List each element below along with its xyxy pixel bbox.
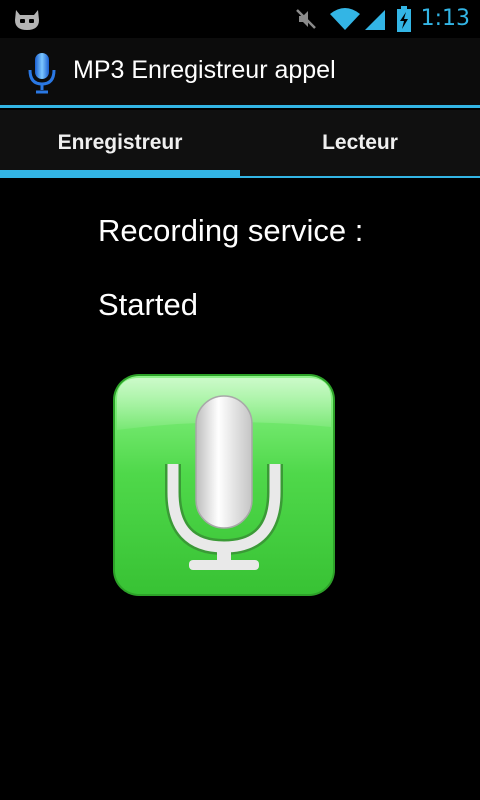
- recording-service-status: Started: [98, 287, 198, 322]
- action-bar: MP3 Enregistreur appel: [0, 38, 480, 108]
- cyanogen-mascot-icon: [15, 10, 39, 30]
- cell-signal-icon: [364, 10, 385, 30]
- mute-icon: [295, 9, 316, 29]
- status-bar: 1:13: [0, 0, 480, 38]
- recording-service-label: Recording service :: [98, 213, 364, 248]
- tab-lecteur[interactable]: Lecteur: [240, 110, 480, 176]
- app-title: MP3 Enregistreur appel: [73, 56, 336, 84]
- tab-enregistreur[interactable]: Enregistreur: [0, 110, 240, 178]
- status-icons: 1:13: [293, 0, 480, 38]
- microphone-icon: [28, 53, 56, 94]
- wifi-icon: [329, 8, 360, 30]
- status-clock: 1:13: [420, 6, 470, 31]
- battery-charging-icon: [396, 6, 411, 32]
- tab-bar: Enregistreur Lecteur: [0, 110, 480, 178]
- record-button[interactable]: [111, 372, 337, 598]
